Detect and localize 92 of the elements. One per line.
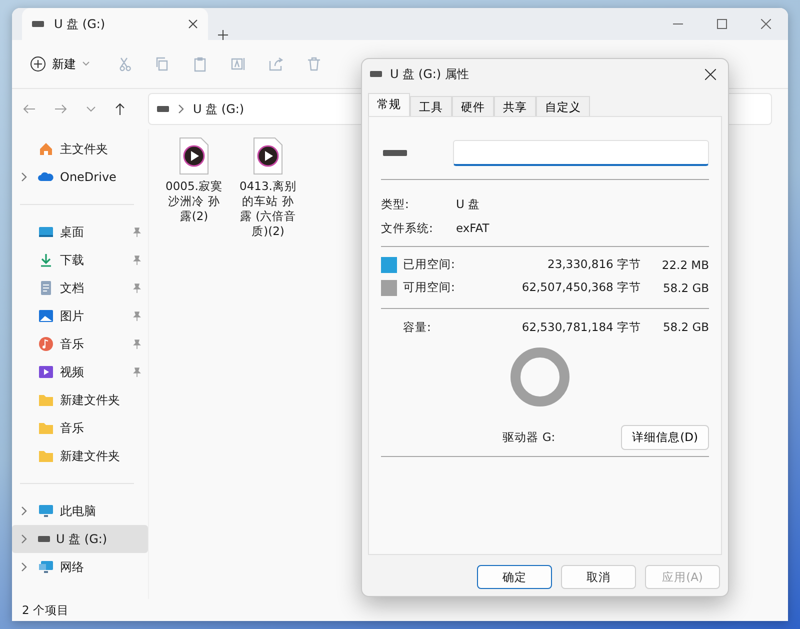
pin-icon [132, 339, 142, 349]
chevron-icon [20, 534, 28, 544]
nav-item[interactable]: 新建文件夹 [12, 442, 148, 470]
caret-icon [82, 61, 90, 67]
drive-icon [38, 536, 50, 542]
minimize-icon [673, 23, 683, 25]
desktop-icon [38, 224, 54, 240]
download-icon [38, 252, 54, 268]
dialog-tab[interactable]: 工具 [410, 96, 452, 116]
drive-icon [32, 21, 44, 27]
info-label: 类型: [381, 196, 410, 212]
space-size: 58.2 GB [662, 280, 709, 294]
chevron-icon [20, 506, 28, 516]
file-name[interactable]: 0413.离别的车站 孙露 (六倍音质)(2) [237, 179, 299, 239]
up-arrow-icon [114, 102, 126, 116]
maximize-icon [717, 19, 727, 29]
nav-item[interactable]: OneDrive [12, 163, 148, 191]
music-icon [38, 336, 54, 352]
window-tab[interactable]: U 盘 (G:) [22, 8, 208, 40]
tab-title: U 盘 (G:) [54, 16, 106, 32]
home-icon [38, 141, 54, 157]
space-label: 可用空间: [403, 280, 456, 295]
computer-icon [38, 503, 54, 519]
paste-icon [192, 56, 208, 72]
dialog-tab[interactable]: 自定义 [536, 96, 590, 116]
nav-item[interactable]: 文档 [12, 274, 148, 302]
pin-icon [132, 283, 142, 293]
pin-icon [132, 367, 142, 377]
drive-icon [383, 150, 407, 156]
info-label: 文件系统: [381, 220, 434, 236]
dialog-button[interactable]: 取消 [561, 565, 636, 589]
back-icon [22, 103, 36, 115]
nav-item[interactable]: 桌面 [12, 218, 148, 246]
media-file-icon [253, 137, 283, 175]
nav-item[interactable]: 视频 [12, 358, 148, 386]
pin-icon [132, 227, 142, 237]
close-icon [761, 19, 771, 29]
capacity-size: 58.2 GB [662, 320, 709, 334]
info-value: exFAT [456, 221, 490, 235]
capacity-label: 容量: [403, 320, 432, 334]
volume-name-field[interactable] [453, 140, 709, 166]
details-button[interactable]: 详细信息(D) [621, 425, 709, 450]
new-button[interactable]: 新建 [26, 52, 94, 76]
forward-icon [54, 103, 68, 115]
drive-icon [157, 106, 169, 112]
usage-donut-drawing [510, 347, 570, 407]
folder-icon [38, 392, 54, 408]
chevron-icon [20, 562, 28, 572]
pin-icon [132, 311, 142, 321]
dialog-tab[interactable]: 共享 [494, 96, 536, 116]
delete-icon [306, 56, 322, 72]
media-file-icon [179, 137, 209, 175]
plus-circle-icon [30, 56, 46, 72]
chevron-icon [20, 172, 28, 182]
nav-item[interactable]: 音乐 [12, 414, 148, 442]
folder-icon [38, 420, 54, 436]
space-bytes: 62,507,450,368 字节 [520, 280, 641, 295]
nav-item[interactable]: 网络 [12, 553, 148, 581]
address-path: U 盘 (G:) [193, 100, 244, 118]
rename-icon [230, 56, 246, 72]
nav-item[interactable]: 图片 [12, 302, 148, 330]
dialog-tab[interactable]: 硬件 [452, 96, 494, 116]
nav-item[interactable]: 下载 [12, 246, 148, 274]
space-size: 22.2 MB [660, 258, 709, 272]
drive-label: 驱动器 G: [502, 430, 556, 445]
nav-item[interactable]: U 盘 (G:) [12, 525, 148, 553]
share-icon [268, 56, 284, 72]
chevron-down-icon [86, 106, 96, 112]
picture-icon [38, 308, 54, 324]
drive-icon [370, 71, 382, 77]
document-icon [38, 280, 54, 296]
dialog-title: U 盘 (G:) 属性 [390, 66, 470, 82]
dialog-tab[interactable]: 常规 [368, 93, 410, 116]
chevron-icon [177, 104, 185, 114]
nav-item[interactable]: 音乐 [12, 330, 148, 358]
info-value: U 盘 [456, 196, 480, 212]
close-icon [704, 68, 716, 80]
nav-item[interactable]: 新建文件夹 [12, 386, 148, 414]
close-icon [188, 19, 198, 29]
nav-item[interactable]: 主文件夹 [12, 135, 148, 163]
copy-icon [154, 56, 170, 72]
capacity-bytes: 62,530,781,184 字节 [520, 320, 641, 334]
file-name[interactable]: 0005.寂寞沙洲冷 孙露(2) [163, 179, 225, 224]
status-text: 2 个项目 [22, 602, 69, 618]
pin-icon [132, 255, 142, 265]
space-bytes: 23,330,816 字节 [546, 257, 641, 272]
network-icon [38, 559, 54, 575]
video-icon [38, 364, 54, 380]
nav-item[interactable]: 此电脑 [12, 497, 148, 525]
dialog-button[interactable]: 确定 [477, 565, 552, 589]
space-label: 已用空间: [403, 257, 456, 272]
folder-icon [38, 448, 54, 464]
